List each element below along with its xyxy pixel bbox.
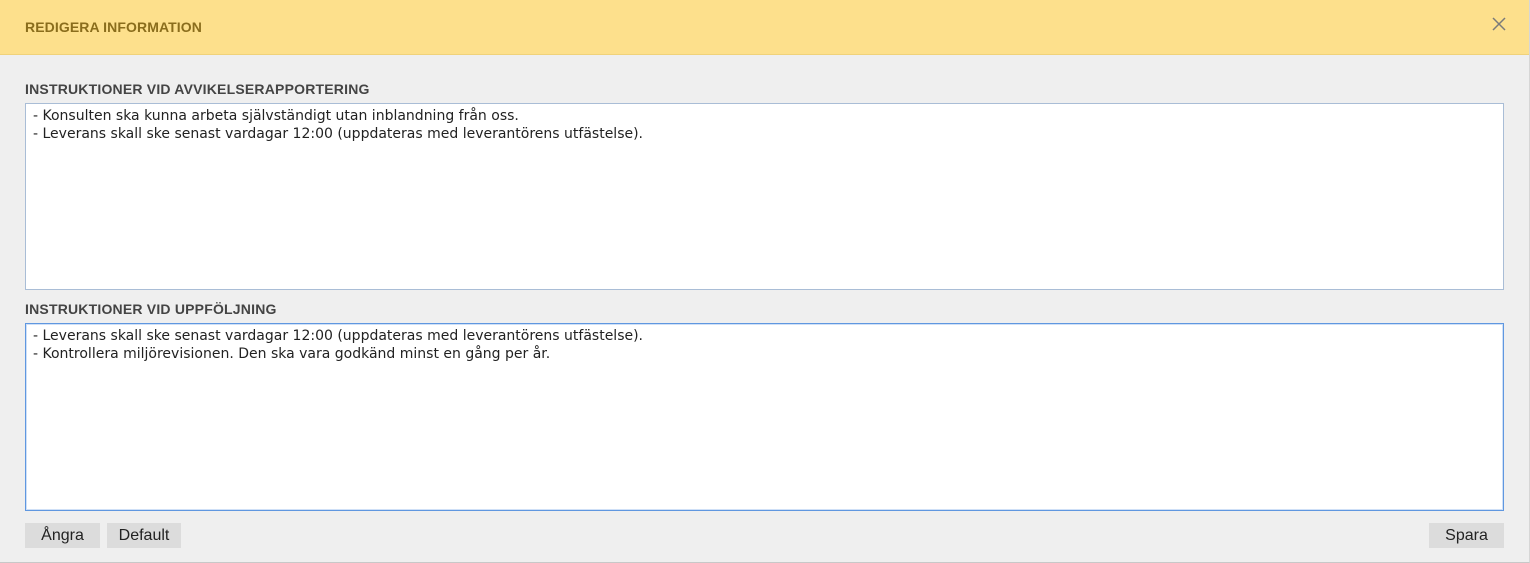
followup-instructions-label: INSTRUKTIONER VID UPPFÖLJNING — [25, 301, 277, 317]
deviation-instructions-label: INSTRUKTIONER VID AVVIKELSERAPPORTERING — [25, 81, 370, 97]
close-button[interactable] — [1488, 14, 1510, 36]
undo-button[interactable]: Ångra — [25, 523, 100, 548]
close-icon — [1492, 17, 1506, 31]
dialog-header: REDIGERA INFORMATION — [0, 0, 1529, 55]
edit-information-dialog: REDIGERA INFORMATION INSTRUKTIONER VID A… — [0, 0, 1530, 563]
deviation-instructions-field[interactable]: - Konsulten ska kunna arbeta självständi… — [25, 103, 1504, 290]
dialog-title: REDIGERA INFORMATION — [25, 19, 202, 35]
save-button[interactable]: Spara — [1429, 523, 1504, 548]
followup-instructions-field[interactable]: - Leverans skall ske senast vardagar 12:… — [25, 323, 1504, 511]
default-button[interactable]: Default — [107, 523, 181, 548]
